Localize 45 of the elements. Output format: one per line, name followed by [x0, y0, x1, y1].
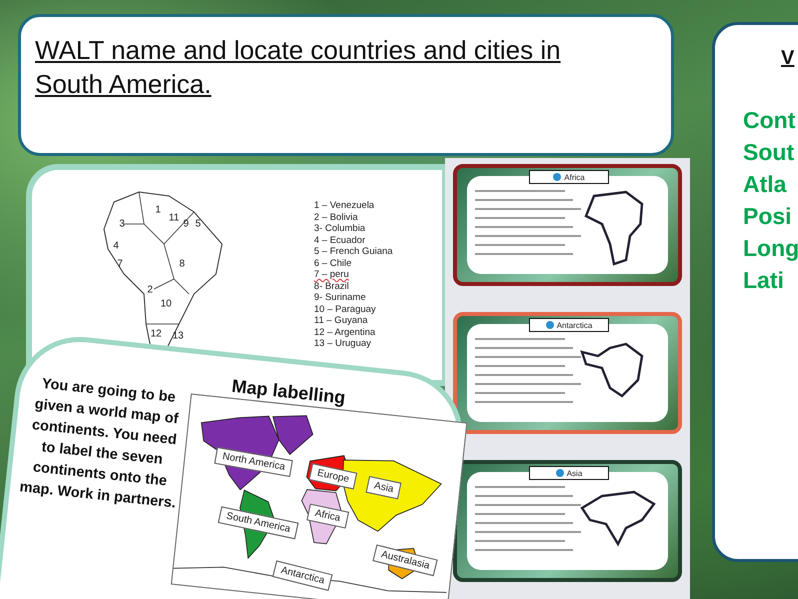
- country-key-item: 10 – Paraguay: [314, 304, 377, 315]
- country-key-item: 13 – Uruguay: [314, 338, 372, 350]
- country-key-item: 6 – Chile: [314, 258, 352, 269]
- vocabulary-word: Posi: [743, 202, 793, 231]
- slide-thumbnail[interactable]: Antarctica: [453, 312, 682, 434]
- globe-icon: [546, 321, 554, 329]
- country-key-item: 11 – Guyana: [314, 315, 369, 326]
- country-key-item: 9- Suriname: [314, 292, 367, 304]
- card-heading: V: [781, 47, 796, 70]
- country-key-item: 4 – Ecuador: [314, 234, 366, 246]
- country-key-item: 2 – Bolivia: [314, 212, 359, 223]
- vocabulary-word: Sout: [743, 138, 796, 167]
- slide-thumbnail[interactable]: Asia: [453, 460, 682, 582]
- country-key-item: 3- Columbia: [314, 223, 366, 234]
- continent-label: Antarctica: [272, 560, 334, 592]
- map-number: 11: [168, 212, 180, 224]
- vocabulary-word: Lati: [743, 266, 785, 295]
- globe-icon: [556, 469, 564, 477]
- globe-icon: [553, 173, 562, 181]
- map-number: 10: [160, 298, 172, 310]
- country-key-item: 5 – French Guiana: [314, 246, 393, 258]
- vocabulary-word: Atla: [743, 170, 788, 199]
- country-key-item: 8- Brazil: [314, 280, 350, 292]
- map-number: 8: [179, 258, 185, 270]
- country-key-item: 7 – peru: [314, 269, 350, 280]
- map-number: 7: [117, 258, 123, 270]
- map-number: 13: [172, 330, 184, 342]
- slide-title: Africa: [564, 172, 585, 182]
- country-key-item: 12 – Argentina: [314, 326, 376, 338]
- slide-thumbnail[interactable]: Africa: [453, 164, 682, 286]
- slide-title: Map labelling: [230, 376, 346, 409]
- instructions-text: You are going to be given a world map of continents. You need to label the seven continents onto the map. Work in partners.: [18, 374, 180, 514]
- vocabulary-word: Long: [743, 234, 798, 263]
- map-number: 12: [150, 328, 162, 340]
- objective-text: WALT name and locate countries and cities in South America.: [35, 34, 562, 101]
- map-number: 3: [119, 218, 125, 230]
- country-key-item: 1 – Venezuela: [314, 200, 376, 212]
- map-number: 5: [195, 218, 201, 230]
- map-number: 2: [147, 284, 153, 296]
- vocabulary-word: Cont: [743, 106, 796, 135]
- map-number: 9: [183, 218, 189, 230]
- slide-title: Asia: [566, 468, 582, 478]
- slide-title: Antarctica: [556, 320, 592, 330]
- map-number: 1: [155, 204, 161, 216]
- map-number: 4: [113, 240, 119, 252]
